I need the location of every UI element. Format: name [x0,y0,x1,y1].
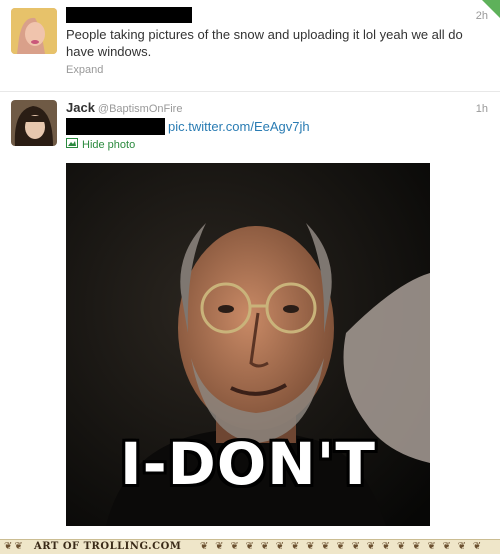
tweet-timestamp[interactable]: 2h [476,10,488,22]
redacted-name [66,7,192,23]
expand-link[interactable]: Expand [66,64,103,76]
watermark-text: ART OF TROLLING.COM [34,541,182,552]
redacted-text [66,118,165,135]
photo-link[interactable]: pic.twitter.com/EeAgv7jh [168,118,310,135]
avatar[interactable] [11,8,57,54]
photo-icon [66,138,78,151]
avatar[interactable] [11,100,57,146]
user-handle[interactable]: @BaptismOnFire [98,103,183,115]
tweet-text: People taking pictures of the snow and u… [66,27,463,59]
hide-photo-link[interactable]: Hide photo [66,138,135,151]
ornament-right: ❦ ❦ ❦ ❦ ❦ ❦ ❦ ❦ ❦ ❦ ❦ ❦ ❦ ❦ ❦ ❦ ❦ ❦ ❦ [200,541,484,552]
tweet-photo[interactable]: I-DON'T [66,163,430,526]
ornament-left: ❦❦ [4,541,25,552]
watermark-bar: ❦❦ ART OF TROLLING.COM ❦ ❦ ❦ ❦ ❦ ❦ ❦ ❦ ❦… [0,539,500,554]
hide-photo-label[interactable]: Hide photo [82,139,135,151]
user-name[interactable]: Jack [66,100,95,115]
tweet-2[interactable]: Jack @BaptismOnFire 1h pic.twitter.com/Ee… [0,93,500,539]
tweet-1[interactable]: 2h People taking pictures of the snow an… [0,0,500,92]
tweet-timestamp[interactable]: 1h [476,103,488,115]
user-name-line[interactable]: Jack @BaptismOnFire [66,100,182,115]
photo-caption: I-DON'T [120,430,376,498]
